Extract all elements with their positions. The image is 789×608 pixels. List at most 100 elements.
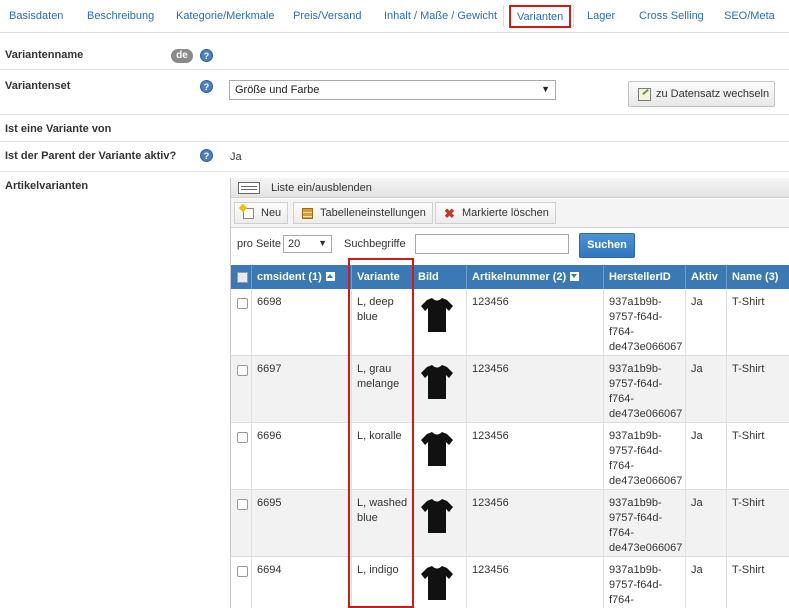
cell-herstellerid: 937a1b9b- 9757-f64d-f764- de473e066067 <box>604 289 686 356</box>
select-all-checkbox[interactable] <box>237 272 248 283</box>
column-header-bild[interactable]: Bild <box>413 265 467 289</box>
search-button[interactable]: Suchen <box>579 233 635 258</box>
delete-x-icon: ✖ <box>444 206 455 221</box>
sort-asc-icon[interactable] <box>325 272 335 281</box>
variante-line: L, koralle <box>357 430 402 442</box>
tshirt-image <box>421 298 453 332</box>
table-row[interactable]: 6697 L, grau melange 123456 937a1b9b- 9757-f6… <box>231 356 789 423</box>
tab-lager[interactable]: Lager <box>587 10 615 22</box>
row-select-cell <box>231 356 252 423</box>
cell-herstellerid: 937a1b9b- 9757-f64d-f764- de473e066067 <box>604 423 686 490</box>
herstellerid-line: 937a1b9b- <box>609 363 662 375</box>
column-header-artikelnummer[interactable]: Artikelnummer (2) <box>467 265 604 289</box>
column-header-herstellerid[interactable]: HerstellerID <box>604 265 686 289</box>
cell-variante: L, washed blue <box>352 490 413 557</box>
tab-cross-selling[interactable]: Cross Selling <box>639 10 704 22</box>
tab-preis-versand[interactable]: Preis/Versand <box>293 10 361 22</box>
herstellerid-line: f764- <box>609 594 635 606</box>
cell-bild <box>413 423 467 490</box>
table-row[interactable]: 6696 L, koralle 123456 937a1b9b- 9757-f64d-f… <box>231 423 789 490</box>
row-checkbox[interactable] <box>237 365 248 376</box>
sort-desc-icon[interactable] <box>570 272 580 281</box>
column-header-aktiv[interactable]: Aktiv <box>686 265 727 289</box>
tab-seo-meta[interactable]: SEO/Meta <box>724 10 775 22</box>
herstellerid-line: 9757-f64d- <box>609 378 663 390</box>
help-icon[interactable]: ? <box>200 49 213 62</box>
column-header-bild-label: Bild <box>418 271 439 283</box>
cell-cmsident: 6698 <box>252 289 352 356</box>
herstellerid-line: 937a1b9b- <box>609 296 662 308</box>
tab-kategorie-merkmale[interactable]: Kategorie/Merkmale <box>176 10 274 22</box>
row-checkbox[interactable] <box>237 298 248 309</box>
tab-basisdaten[interactable]: Basisdaten <box>9 10 63 22</box>
herstellerid-line: 9757-f64d- <box>609 579 663 591</box>
cell-cmsident: 6694 <box>252 557 352 608</box>
variante-line: L, grau <box>357 363 392 375</box>
variant-set-select[interactable]: Größe und Farbe ▼ <box>229 80 556 100</box>
herstellerid-line: f764- <box>609 326 635 338</box>
parent-active-value: Ja <box>230 151 242 163</box>
cell-aktiv: Ja <box>686 490 727 557</box>
table-row[interactable]: 6695 L, washed blue 123456 937a1b9b- 9757-f64… <box>231 490 789 557</box>
tshirt-image <box>421 499 453 533</box>
herstellerid-line: f764- <box>609 460 635 472</box>
per-page-select[interactable]: 20 ▼ <box>283 235 332 253</box>
switch-to-record-button[interactable]: zu Datensatz wechseln <box>628 81 775 107</box>
herstellerid-line: 937a1b9b- <box>609 564 662 576</box>
variante-line: blue <box>357 512 378 524</box>
delete-selected-button[interactable]: ✖ Markierte löschen <box>435 202 556 224</box>
row-checkbox[interactable] <box>237 499 248 510</box>
table-settings-button[interactable]: Tabelleneinstellungen <box>293 202 433 224</box>
delete-selected-label: Markierte löschen <box>462 207 549 219</box>
cell-variante: L, koralle <box>352 423 413 490</box>
variante-line: blue <box>357 311 378 323</box>
herstellerid-line: 9757-f64d- <box>609 445 663 457</box>
column-header-variante[interactable]: Variante <box>352 265 413 289</box>
herstellerid-line: f764- <box>609 393 635 405</box>
tshirt-image <box>421 566 453 600</box>
help-icon[interactable]: ? <box>200 149 213 162</box>
row-checkbox[interactable] <box>237 432 248 443</box>
row-select-cell <box>231 557 252 608</box>
column-header-name[interactable]: Name (3) <box>727 265 789 289</box>
cell-variante: L, deep blue <box>352 289 413 356</box>
tab-inhalt-masse-gewicht[interactable]: Inhalt / Maße / Gewicht <box>384 10 497 22</box>
cell-variante: L, indigo <box>352 557 413 608</box>
row-checkbox[interactable] <box>237 566 248 577</box>
cell-herstellerid: 937a1b9b- 9757-f64d-f764- de473e066067 <box>604 490 686 557</box>
cell-artikelnummer: 123456 <box>467 423 604 490</box>
variant-of-label: Ist eine Variante von <box>5 123 112 135</box>
cell-artikelnummer: 123456 <box>467 557 604 608</box>
cell-cmsident: 6696 <box>252 423 352 490</box>
form-row-parent-active: Ist der Parent der Variante aktiv? <box>0 142 789 172</box>
help-icon[interactable]: ? <box>200 80 213 93</box>
search-input[interactable] <box>415 234 569 254</box>
edit-record-icon <box>638 88 651 101</box>
cell-variante: L, grau melange <box>352 356 413 423</box>
column-header-variante-label: Variante <box>357 271 400 283</box>
column-header-aktiv-label: Aktiv <box>691 271 718 283</box>
cell-artikelnummer: 123456 <box>467 490 604 557</box>
form-row-variant-name: Variantenname <box>0 33 789 70</box>
variante-line: L, deep <box>357 296 394 308</box>
variant-name-label: Variantenname <box>5 49 84 61</box>
cell-aktiv: Ja <box>686 557 727 608</box>
cell-aktiv: Ja <box>686 356 727 423</box>
tshirt-image <box>421 365 453 399</box>
table-row[interactable]: 6698 L, deep blue 123456 937a1b9b- 9757-f64d-… <box>231 289 789 356</box>
column-header-cmsident[interactable]: cmsident (1) <box>252 265 352 289</box>
article-variants-label: Artikelvarianten <box>5 180 89 192</box>
herstellerid-line: de473e066067 <box>609 542 683 554</box>
tab-beschreibung[interactable]: Beschreibung <box>87 10 154 22</box>
language-badge[interactable]: de <box>171 49 193 63</box>
table-row[interactable]: 6694 L, indigo 123456 937a1b9b- 9757-f64d-f7… <box>231 557 789 608</box>
cell-name: T-Shirt <box>732 430 765 442</box>
new-button[interactable]: Neu <box>234 202 289 224</box>
tab-varianten[interactable]: Varianten <box>509 5 572 28</box>
cell-bild <box>413 289 467 356</box>
cell-artikelnummer: 123456 <box>467 289 604 356</box>
cell-artikelnummer: 123456 <box>467 356 604 423</box>
tab-bar: Basisdaten Beschreibung Kategorie/Merkma… <box>0 0 789 33</box>
tab-separator <box>503 5 504 27</box>
list-toggle-bar[interactable]: Liste ein/ausblenden <box>231 178 789 198</box>
